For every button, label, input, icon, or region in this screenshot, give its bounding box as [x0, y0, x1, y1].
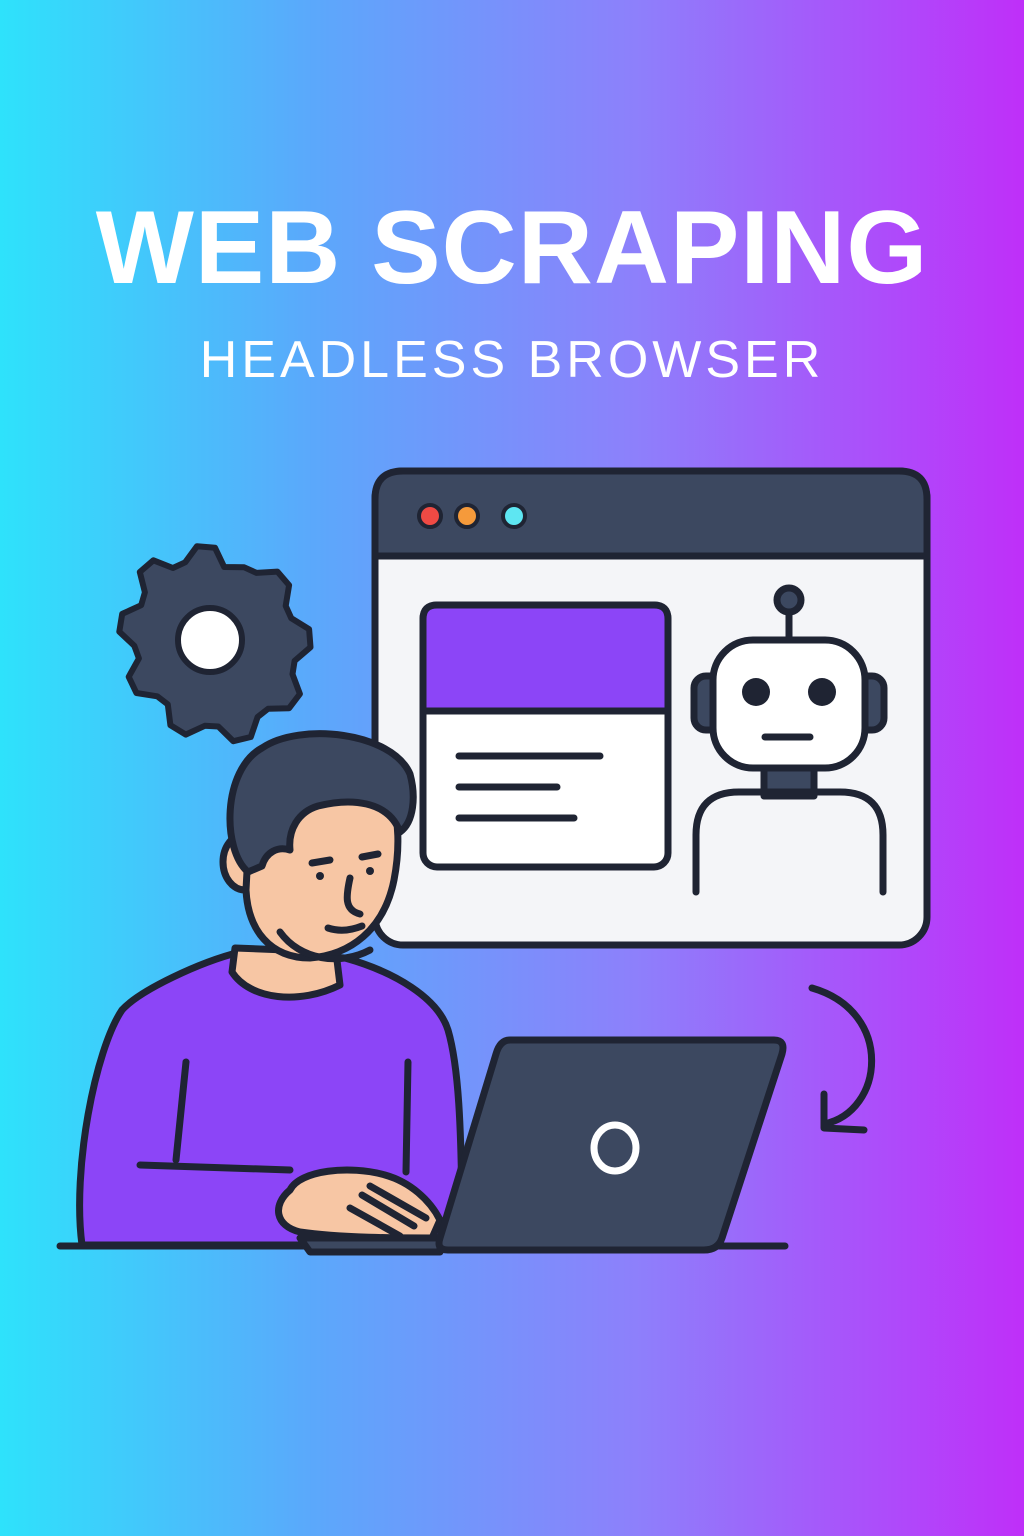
poster: WEB SCRAPING HEADLESS BROWSER — [0, 0, 1024, 1536]
window-minimize-dot — [454, 503, 480, 529]
curved-arrow-icon — [808, 984, 876, 1134]
illustration — [56, 467, 931, 1256]
window-close-dot — [417, 503, 443, 529]
gear-icon — [116, 543, 314, 745]
content-card — [419, 601, 672, 871]
person — [76, 730, 466, 1249]
browser-window — [371, 467, 931, 949]
window-maximize-dot — [501, 503, 527, 529]
